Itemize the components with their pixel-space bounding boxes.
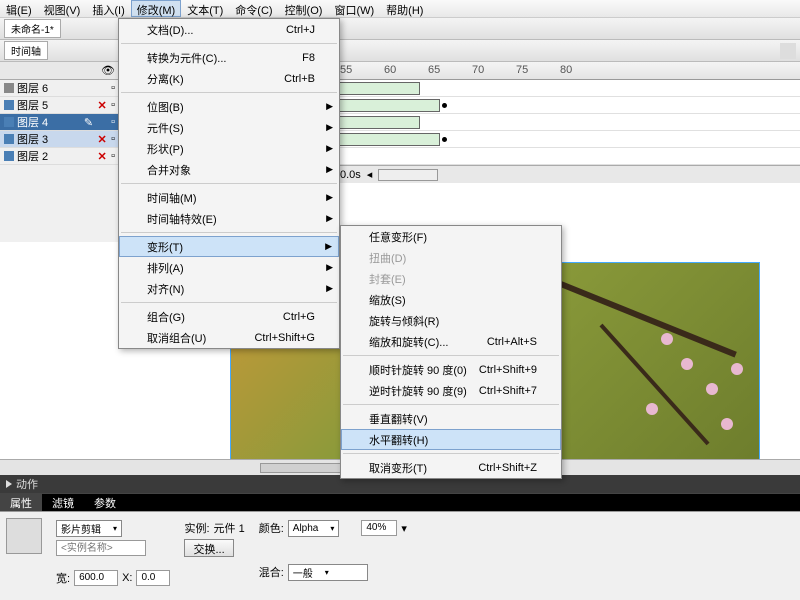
layer-name: 图层 4 [17, 114, 81, 130]
timeline-tab[interactable]: 时间轴 [4, 41, 48, 60]
layers-header: 👁 [0, 62, 119, 80]
ruler-mark: 55 [340, 64, 352, 76]
menu-item[interactable]: 转换为元件(C)...F8 [119, 47, 339, 68]
menu-item: 扭曲(D) [341, 247, 561, 268]
layer-icon [4, 83, 14, 93]
menu-item[interactable]: 组合(G)Ctrl+G [119, 306, 339, 327]
lock-icon[interactable]: ▫ [111, 99, 115, 111]
delete-icon[interactable]: ✕ [96, 133, 108, 146]
layer-row[interactable]: 图层 2✕▫ [0, 148, 119, 165]
lock-icon[interactable]: ▫ [111, 82, 115, 94]
instance-thumb [6, 518, 42, 554]
menu-item[interactable]: 缩放和旋转(C)...Ctrl+Alt+S [341, 331, 561, 352]
delete-icon[interactable]: ✕ [96, 150, 108, 163]
menu-item[interactable]: 取消组合(U)Ctrl+Shift+G [119, 327, 339, 348]
properties-panel: 影片剪辑 宽: 600.0 X: 0.0 实例: 元件 1 交换... 颜色: … [0, 511, 800, 600]
instance-name-input[interactable] [56, 540, 146, 556]
menu-item[interactable]: 垂直翻转(V) [341, 408, 561, 429]
instance-value: 元件 1 [214, 520, 245, 536]
layer-icon [4, 117, 14, 127]
instance-label: 实例: [184, 520, 209, 536]
layer-name: 图层 3 [17, 131, 93, 147]
tab-properties[interactable]: 属性 [0, 493, 42, 513]
playhead-time: 0.0s [340, 169, 361, 181]
menu-item[interactable]: 窗口(W) [328, 0, 380, 17]
scrollbar[interactable] [378, 169, 438, 181]
pencil-icon: ✎ [84, 116, 93, 129]
lock-icon[interactable]: ▫ [111, 133, 115, 145]
doc-tab[interactable]: 未命名-1* [4, 19, 61, 38]
menu-item[interactable]: 顺时针旋转 90 度(0)Ctrl+Shift+9 [341, 359, 561, 380]
menu-item[interactable]: 缩放(S) [341, 289, 561, 310]
layer-row[interactable]: 图层 4✎ ▫ [0, 114, 119, 131]
layer-name: 图层 6 [17, 80, 93, 96]
x-label: X: [122, 572, 132, 584]
menu-item[interactable]: 命令(C) [229, 0, 278, 17]
layer-icon [4, 134, 14, 144]
layer-row[interactable]: 图层 5✕▫ [0, 97, 119, 114]
menu-item[interactable]: 帮助(H) [380, 0, 429, 17]
menu-item[interactable]: 分离(K)Ctrl+B [119, 68, 339, 89]
actions-label: 动作 [16, 476, 38, 492]
blend-select[interactable]: 一般 [288, 564, 368, 581]
layer-row[interactable]: 图层 3✕▫ [0, 131, 119, 148]
menu-item[interactable]: 逆时针旋转 90 度(9)Ctrl+Shift+7 [341, 380, 561, 401]
width-label: 宽: [56, 570, 70, 586]
menu-item[interactable]: 文本(T) [181, 0, 229, 17]
transform-submenu: 任意变形(F)扭曲(D)封套(E)缩放(S)旋转与倾斜(R)缩放和旋转(C)..… [340, 225, 562, 479]
layer-icon [4, 100, 14, 110]
menu-item[interactable]: 插入(I) [86, 0, 130, 17]
tool-icon[interactable] [780, 43, 796, 59]
menu-item[interactable]: 取消变形(T)Ctrl+Shift+Z [341, 457, 561, 478]
menubar: 辑(E)视图(V)插入(I)修改(M)文本(T)命令(C)控制(O)窗口(W)帮… [0, 0, 800, 18]
lock-icon[interactable]: ▫ [111, 150, 115, 162]
menu-item[interactable]: 文档(D)...Ctrl+J [119, 19, 339, 40]
menu-item[interactable]: 控制(O) [279, 0, 329, 17]
layer-icon [4, 151, 14, 161]
ruler-mark: 60 [384, 64, 396, 76]
properties-tabs: 属性 滤镜 参数 [0, 493, 800, 511]
lock-icon[interactable]: ▫ [111, 116, 115, 128]
menu-item[interactable]: 合并对象▶ [119, 159, 339, 180]
tab-params[interactable]: 参数 [84, 493, 126, 513]
menu-item[interactable]: 任意变形(F) [341, 226, 561, 247]
menu-item[interactable]: 时间轴特效(E)▶ [119, 208, 339, 229]
ruler-mark: 75 [516, 64, 528, 76]
color-label: 颜色: [259, 520, 284, 536]
menu-item[interactable]: 修改(M) [131, 0, 182, 17]
symbol-type-select[interactable]: 影片剪辑 [56, 520, 122, 537]
menu-item: 封套(E) [341, 268, 561, 289]
menu-item[interactable]: 形状(P)▶ [119, 138, 339, 159]
width-field[interactable]: 600.0 [74, 570, 118, 586]
color-select[interactable]: Alpha [288, 520, 340, 537]
menu-item[interactable]: 对齐(N)▶ [119, 278, 339, 299]
ruler-mark: 65 [428, 64, 440, 76]
delete-icon[interactable]: ✕ [96, 99, 108, 112]
menu-item[interactable]: 排列(A)▶ [119, 257, 339, 278]
expand-icon[interactable] [6, 480, 12, 488]
menu-item[interactable]: 旋转与倾斜(R) [341, 310, 561, 331]
menu-item[interactable]: 元件(S)▶ [119, 117, 339, 138]
menu-item[interactable]: 辑(E) [0, 0, 38, 17]
eye-icon[interactable]: 👁 [101, 64, 115, 77]
tab-filters[interactable]: 滤镜 [42, 493, 84, 513]
layer-name: 图层 2 [17, 148, 93, 164]
layer-name: 图层 5 [17, 97, 93, 113]
alpha-pct[interactable]: 40% [361, 520, 397, 536]
menu-item[interactable]: 时间轴(M)▶ [119, 187, 339, 208]
x-field[interactable]: 0.0 [136, 570, 170, 586]
menu-item[interactable]: 变形(T)▶ [119, 236, 339, 257]
modify-menu: 文档(D)...Ctrl+J 转换为元件(C)...F8分离(K)Ctrl+B 位图… [118, 18, 340, 349]
ruler-mark: 80 [560, 64, 572, 76]
blend-label: 混合: [259, 564, 284, 580]
menu-item[interactable]: 位图(B)▶ [119, 96, 339, 117]
layer-row[interactable]: 图层 6 ▫ [0, 80, 119, 97]
menu-item[interactable]: 水平翻转(H) [341, 429, 561, 450]
swap-button[interactable]: 交换... [184, 539, 233, 557]
ruler-mark: 70 [472, 64, 484, 76]
menu-item[interactable]: 视图(V) [38, 0, 87, 17]
